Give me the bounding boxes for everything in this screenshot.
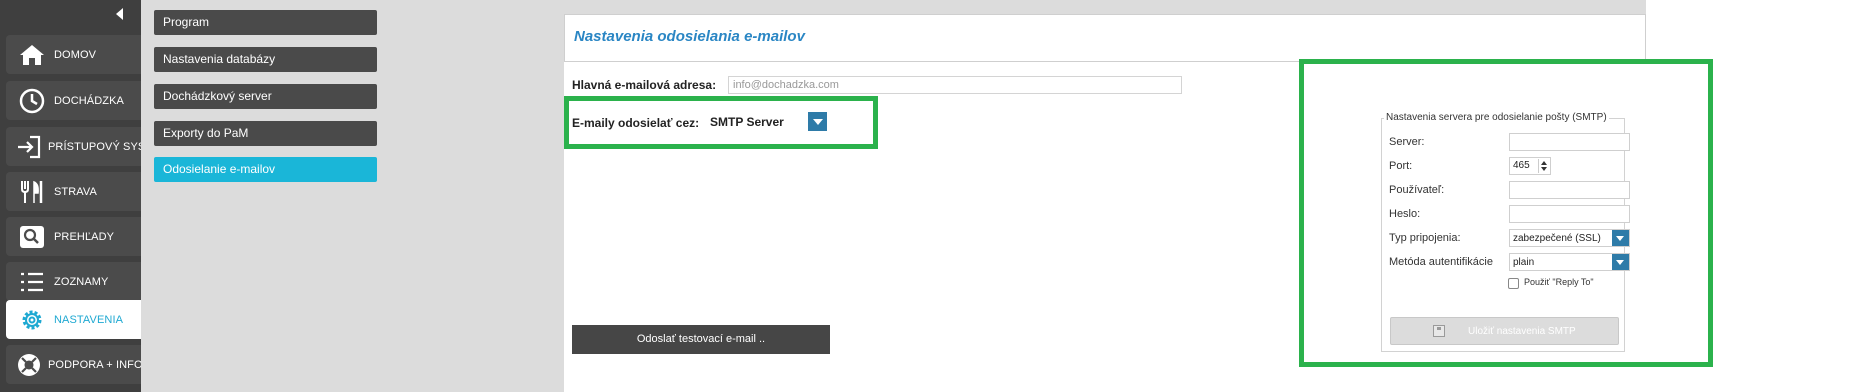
nav-item-domov[interactable]: DOMOV — [6, 35, 141, 74]
nav-label: DOCHÁDZKA — [54, 94, 124, 107]
search-icon — [16, 222, 48, 252]
nav-label: STRAVA — [54, 185, 97, 198]
nav-label: NASTAVENIA — [54, 313, 124, 326]
collapse-nav-icon[interactable] — [114, 7, 128, 21]
settings-submenu: Program Nastavenia databázy Dochádzkový … — [141, 0, 564, 392]
nav-label: ZOZNAMY — [54, 275, 109, 288]
lifebuoy-icon — [16, 350, 42, 380]
app-window: DOMOV DOCHÁDZKA PRÍSTUPOVÝ SYS. STRAVA P — [0, 0, 1876, 392]
submenu-item-emaily[interactable]: Odosielanie e-mailov — [154, 157, 377, 182]
main-email-row: Hlavná e-mailová adresa: info@dochadzka.… — [564, 76, 1184, 96]
main-nav: DOMOV DOCHÁDZKA PRÍSTUPOVÝ SYS. STRAVA P — [0, 0, 148, 392]
login-arrow-icon — [16, 132, 42, 162]
gear-icon — [16, 305, 48, 335]
nav-item-prehlady[interactable]: PREHĽADY — [6, 217, 141, 256]
page-title: Nastavenia odosielania e-mailov — [574, 28, 805, 45]
top-band — [564, 0, 1646, 14]
nav-label: PREHĽADY — [54, 230, 115, 243]
nav-label: PODPORA + INFO — [48, 358, 143, 371]
home-icon — [16, 40, 48, 70]
highlight-box — [564, 96, 878, 149]
send-test-email-button[interactable]: Odoslať testovací e-mail .. — [572, 325, 830, 354]
clock-icon — [16, 86, 48, 116]
nav-item-nastavenia[interactable]: NASTAVENIA — [6, 300, 141, 339]
fork-knife-icon — [16, 177, 48, 207]
submenu-item-server[interactable]: Dochádzkový server — [154, 84, 377, 109]
nav-label: DOMOV — [54, 48, 97, 61]
submenu-item-exporty[interactable]: Exporty do PaM — [154, 121, 377, 146]
nav-item-strava[interactable]: STRAVA — [6, 172, 141, 211]
highlight-box — [1299, 59, 1713, 367]
nav-item-dochadzka[interactable]: DOCHÁDZKA — [6, 81, 141, 120]
nav-item-pristupovy-sys[interactable]: PRÍSTUPOVÝ SYS. — [6, 127, 148, 166]
nav-item-podpora-info[interactable]: PODPORA + INFO — [6, 345, 143, 384]
submenu-item-program[interactable]: Program — [154, 10, 377, 35]
nav-item-zoznamy[interactable]: ZOZNAMY — [6, 262, 141, 301]
email-field[interactable]: info@dochadzka.com — [728, 76, 1182, 94]
submenu-item-databaza[interactable]: Nastavenia databázy — [154, 47, 377, 72]
email-label: Hlavná e-mailová adresa: — [572, 78, 717, 92]
nav-label: PRÍSTUPOVÝ SYS. — [48, 140, 149, 153]
list-icon — [16, 267, 48, 297]
page-header: Nastavenia odosielania e-mailov — [564, 14, 1646, 62]
